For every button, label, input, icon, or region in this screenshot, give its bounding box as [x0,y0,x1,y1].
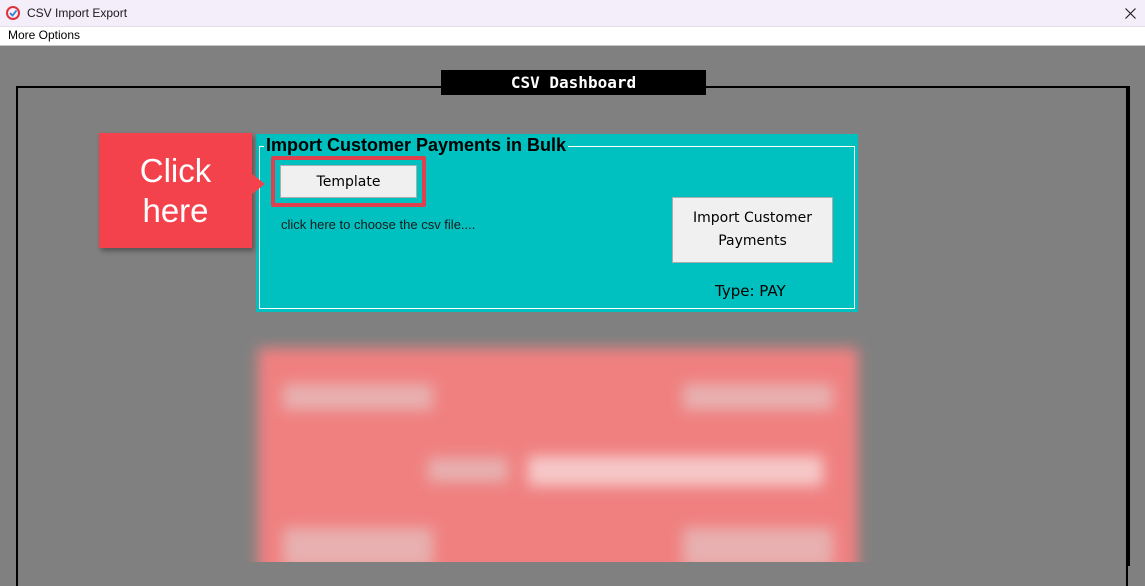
panel-title: Import Customer Payments in Bulk [264,135,569,155]
title-bar: CSV Import Export [0,0,1145,27]
window-title: CSV Import Export [27,6,128,20]
template-button[interactable]: Template [280,165,417,198]
close-button[interactable] [1115,0,1145,26]
choose-csv-file-link[interactable]: click here to choose the csv file.... [281,217,475,232]
menu-more-options[interactable]: More Options [8,28,80,42]
blurred-block [683,528,833,562]
blurred-block [283,384,433,410]
app-logo-icon [6,6,20,20]
blurred-block [428,458,508,482]
import-button-line2: Payments [718,233,787,249]
blurred-block [528,456,823,486]
type-label: Type: PAY [715,282,786,300]
blurred-section [238,336,878,562]
close-icon [1124,7,1136,19]
dashboard-title: CSV Dashboard [441,70,706,95]
import-button-line1: Import Customer [693,210,812,226]
dashboard-frame-right-edge [1127,86,1130,566]
callout-line1: Click [139,151,212,189]
blurred-block [283,528,433,562]
import-customer-payments-button[interactable]: Import Customer Payments [672,197,833,263]
callout-arrow [252,174,265,194]
blurred-block [683,384,833,410]
menu-bar: More Options [0,27,1145,46]
blurred-content [238,336,878,562]
click-here-callout: Click here [99,133,252,248]
callout-line2: here [142,191,209,229]
